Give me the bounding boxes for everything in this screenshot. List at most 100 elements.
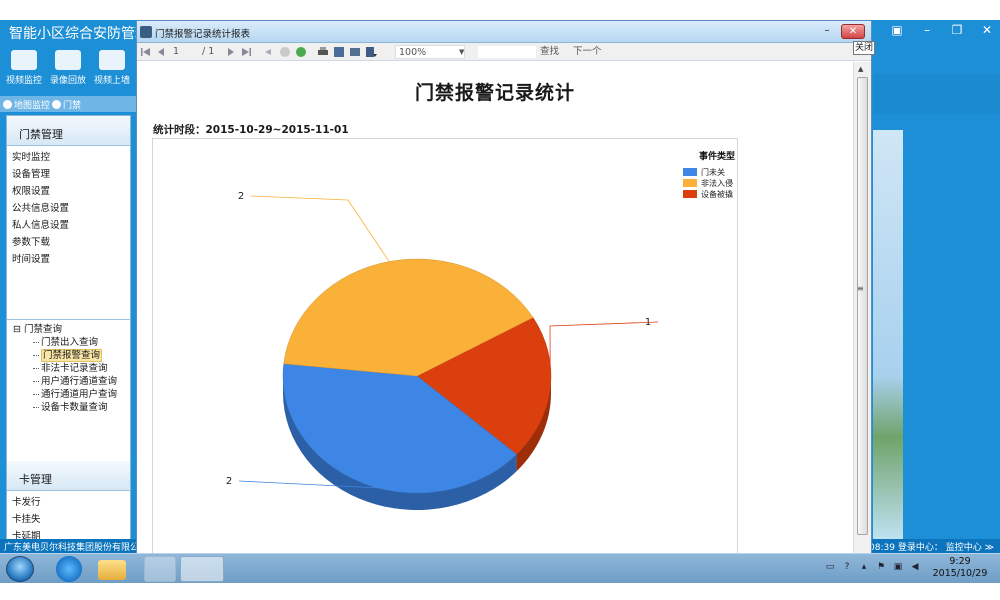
login-status: 08:39 登录中心： 监控中心 ≫ — [869, 543, 994, 553]
chart-area: 1 2 2 事件类型 门未关 非法入侵 设备被撬 — [152, 138, 738, 554]
video-wall-icon — [99, 50, 125, 70]
close-button[interactable]: ✕ — [841, 24, 865, 39]
sidebar-item-param-download[interactable]: 参数下载 — [12, 234, 130, 251]
keyboard-icon[interactable]: ▭ — [825, 562, 835, 572]
tree-root-label: 门禁查询 — [23, 324, 62, 335]
page-number-input[interactable]: 1 — [173, 45, 199, 59]
report-period: 统计时段：2015-10-29~2015-11-01 — [153, 124, 349, 136]
legend-entry: 非法入侵 — [701, 178, 733, 188]
page-setup-icon[interactable] — [349, 46, 361, 58]
find-input[interactable] — [477, 45, 537, 59]
report-window: 门禁报警记录统计报表 – ✕ 1 / 1 100% ▼ 查找 下一个 门禁报警记 — [136, 20, 872, 555]
app-taskbar-icon[interactable] — [144, 556, 176, 582]
tree-item-label: 通行通道用户查询 — [41, 389, 118, 400]
sidebar-item-card-loss[interactable]: 卡挂失 — [12, 511, 130, 528]
tree-item[interactable]: 通行通道用户查询 — [13, 388, 130, 401]
screen-icon[interactable]: ▣ — [890, 23, 904, 37]
next-page-icon[interactable] — [225, 46, 237, 58]
help-icon[interactable]: ? — [842, 562, 852, 572]
monitor-icon[interactable]: ▣ — [893, 562, 903, 572]
volume-icon[interactable]: ◀ — [910, 562, 920, 572]
page-layout-icon[interactable] — [333, 46, 345, 58]
paint-taskbar-icon[interactable] — [180, 556, 224, 582]
tree-item-label: 门禁出入查询 — [41, 337, 99, 348]
tree-item[interactable]: 用户通行通道查询 — [13, 375, 130, 388]
restore-icon[interactable]: ❐ — [950, 23, 964, 37]
tab-access-control-label: 门禁 — [63, 100, 82, 111]
clock-date: 2015/10/29 — [932, 568, 988, 579]
export-icon[interactable] — [365, 46, 377, 58]
sidebar-item-permissions[interactable]: 权限设置 — [12, 183, 130, 200]
print-icon[interactable] — [317, 46, 329, 58]
tree-item-selected[interactable]: 门禁报警查询 — [13, 349, 130, 362]
vertical-scrollbar[interactable]: ▲ ≡ — [853, 62, 871, 554]
tree-item[interactable]: 非法卡记录查询 — [13, 362, 130, 375]
find-button[interactable]: 查找 — [540, 45, 559, 59]
video-play-icon — [55, 50, 81, 70]
tree-item[interactable]: 门禁出入查询 — [13, 336, 130, 349]
minimize-icon[interactable]: – — [920, 23, 934, 37]
app-toolbar: 视频监控 录像回放 视频上墙 — [0, 48, 137, 94]
playback-button[interactable]: 录像回放 — [46, 48, 90, 86]
folder-icon[interactable] — [98, 560, 126, 580]
scroll-up-icon[interactable]: ▲ — [858, 65, 863, 73]
sidebar-item-card-issue[interactable]: 卡发行 — [12, 494, 130, 511]
leader-line — [250, 195, 390, 262]
sidebar-section-access[interactable]: 门禁管理 — [7, 116, 130, 146]
close-icon[interactable]: ✕ — [980, 23, 994, 37]
start-button[interactable] — [6, 556, 34, 582]
sidebar-item-realtime[interactable]: 实时监控 — [12, 149, 130, 166]
data-label: 1 — [645, 317, 651, 328]
back-icon[interactable] — [262, 46, 274, 58]
sidebar-item-devices[interactable]: 设备管理 — [12, 166, 130, 183]
right-panel — [873, 74, 1000, 114]
report-title: 门禁报警记录统计 — [414, 82, 575, 104]
access-menu: 实时监控 设备管理 权限设置 公共信息设置 私人信息设置 参数下载 时间设置 — [7, 146, 130, 268]
legend-swatch — [683, 179, 697, 187]
company-name: 广东美电贝尔科技集团股份有限公司 — [4, 543, 149, 553]
clock[interactable]: 9:29 2015/10/29 — [932, 556, 988, 580]
sidebar-section-card[interactable]: 卡管理 — [7, 461, 130, 491]
first-page-icon[interactable] — [140, 46, 152, 58]
sidebar: 门禁管理 实时监控 设备管理 权限设置 公共信息设置 私人信息设置 参数下载 时… — [6, 115, 131, 542]
camera-icon — [11, 50, 37, 70]
browser-icon[interactable] — [52, 556, 86, 582]
card-menu: 卡发行 卡挂失 卡延期 — [7, 491, 130, 541]
prev-page-icon[interactable] — [155, 46, 167, 58]
scroll-grip-icon: ≡ — [857, 284, 864, 293]
tree-item-label: 用户通行通道查询 — [41, 376, 118, 387]
close-tooltip: 关闭 — [853, 41, 875, 55]
last-page-icon[interactable] — [240, 46, 252, 58]
tab-map-monitor[interactable]: 地图监控 — [3, 97, 50, 111]
sidebar-item-time[interactable]: 时间设置 — [12, 251, 130, 268]
video-wall-button[interactable]: 视频上墙 — [90, 48, 134, 86]
minimize-button[interactable]: – — [820, 26, 834, 38]
tree-root[interactable]: ⊟ 门禁查询 — [13, 323, 130, 336]
taskbar: ▭ ? ▴ ⚑ ▣ ◀ 9:29 2015/10/29 — [0, 553, 1000, 583]
find-next-button[interactable]: 下一个 — [573, 45, 602, 59]
tab-map-monitor-label: 地图监控 — [14, 100, 51, 111]
tree-item-label: 非法卡记录查询 — [41, 363, 108, 374]
flag-icon[interactable]: ⚑ — [876, 562, 886, 572]
video-monitor-button[interactable]: 视频监控 — [2, 48, 46, 86]
refresh-icon[interactable] — [295, 46, 307, 58]
report-window-icon — [140, 26, 152, 38]
sidebar-item-private-info[interactable]: 私人信息设置 — [12, 217, 130, 234]
legend-entry: 门未关 — [701, 167, 725, 177]
sidebar-item-public-info[interactable]: 公共信息设置 — [12, 200, 130, 217]
zoom-select[interactable]: 100% — [395, 45, 465, 59]
report-toolbar: 1 / 1 100% ▼ 查找 下一个 — [137, 43, 871, 61]
stop-icon[interactable] — [279, 46, 291, 58]
scroll-thumb[interactable] — [857, 77, 868, 535]
tab-access-control[interactable]: 门禁 — [52, 97, 81, 111]
app-title: 智能小区综合安防管理 — [9, 26, 149, 42]
tree-item[interactable]: 设备卡数量查询 — [13, 401, 130, 414]
legend-title: 事件类型 — [699, 150, 735, 162]
door-icon — [52, 99, 62, 109]
playback-label: 录像回放 — [49, 76, 86, 86]
chevron-down-icon[interactable]: ▼ — [459, 45, 464, 59]
tree-item-label: 门禁报警查询 — [41, 349, 103, 362]
network-icon[interactable]: ▴ — [859, 562, 869, 572]
report-body: 门禁报警记录统计 统计时段：2015-10-29~2015-11-01 1 2 2 事… — [137, 62, 853, 554]
clock-time: 9:29 — [949, 556, 971, 567]
